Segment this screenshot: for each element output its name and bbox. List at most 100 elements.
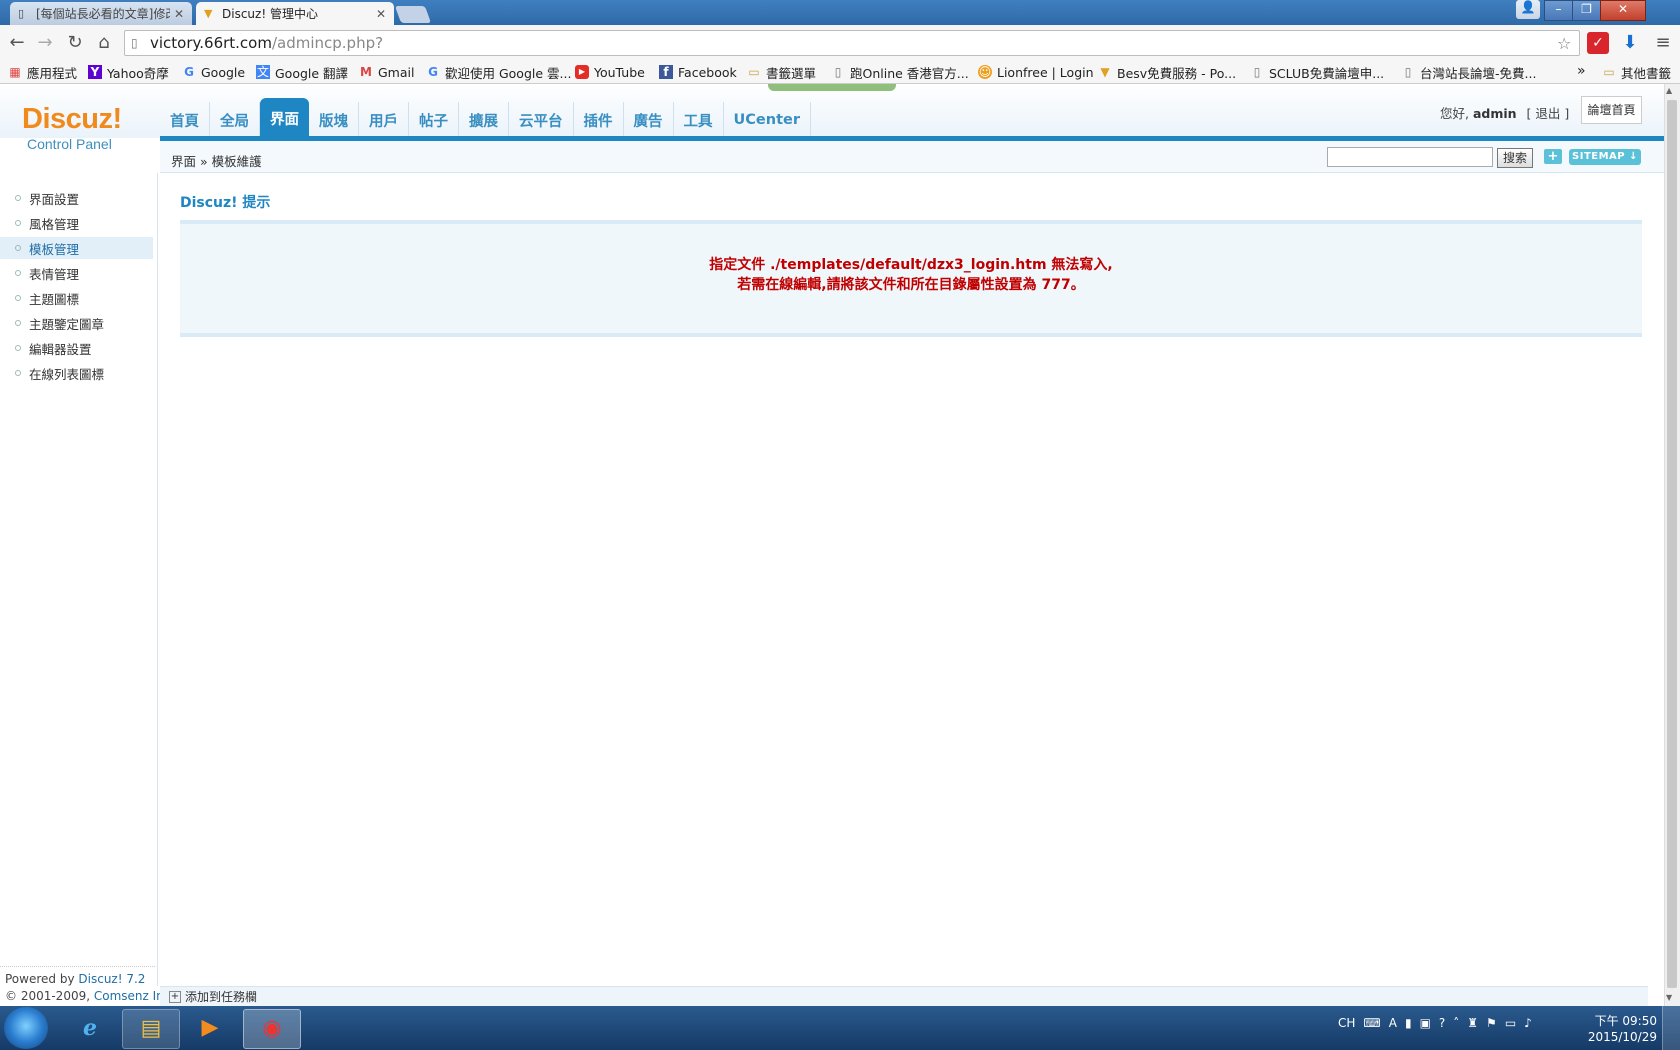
nav-plugins[interactable]: 插件 [574,102,624,138]
font-icon[interactable]: A [1389,1016,1397,1030]
forward-icon[interactable]: → [34,32,56,54]
sidebar-item-online-icons[interactable]: 在線列表圖標 [0,362,153,384]
bookmark-lionfree[interactable]: ☺ Lionfree | Login [978,63,1094,81]
reload-icon[interactable]: ↻ [64,32,86,54]
help-icon[interactable]: ? [1439,1016,1445,1030]
bookmark-besv[interactable]: ▼ Besv免費服務 - Po... [1098,63,1236,81]
search-button[interactable]: 搜索 [1497,148,1533,168]
discuz-version-link[interactable]: Discuz! 7.2 [78,972,145,986]
admin-footer-bar [160,986,1648,1007]
bookmark-run-online[interactable]: ▯ 跑Online 香港官方... [831,63,969,81]
logout-link[interactable]: [ 退出 ] [1527,106,1570,121]
bookmark-folder-menu[interactable]: ▭ 書籤選單 [747,63,816,81]
sidebar-item-smilies[interactable]: 表情管理 [0,262,153,284]
bookmark-apps[interactable]: ▦ 應用程式 [8,63,77,81]
page-icon: ▯ [1404,65,1412,79]
sidebar: 界面設置 風格管理 模板管理 表情管理 主題圖標 主題鑒定圖章 編輯器設置 在線… [0,173,158,986]
flag-icon[interactable]: ⚑ [1486,1016,1497,1030]
home-icon[interactable]: ⌂ [93,32,115,54]
nav-global[interactable]: 全局 [210,102,260,138]
add-to-taskbar-link[interactable]: + 添加到任務欄 [169,988,257,1005]
bullet-icon [15,295,21,301]
close-window-button[interactable]: ✕ [1600,0,1646,21]
bookmark-gmail[interactable]: M Gmail [359,63,414,81]
bookmark-yahoo[interactable]: Y Yahoo奇摩 [88,63,169,81]
folder-icon: ▭ [748,65,760,79]
sidebar-item-interface-settings[interactable]: 界面設置 [0,187,153,209]
minimize-button[interactable]: – [1544,0,1573,21]
scrollbar-thumb[interactable] [1667,100,1677,988]
chrome-icon[interactable]: ◉ [243,1009,301,1049]
bookmark-star-icon[interactable]: ☆ [1557,34,1579,53]
extension-icon[interactable]: ✓ [1587,32,1609,54]
sidebar-item-thread-icons[interactable]: 主題圖標 [0,287,153,309]
bookmark-label: Google [201,64,246,80]
clock-time: 下午 09:50 [1594,1014,1657,1028]
download-icon[interactable]: ⬇ [1619,32,1641,54]
ime-icon[interactable]: ⌨ [1363,1016,1380,1030]
tray-app-icon[interactable]: ▮ [1405,1016,1412,1030]
close-icon[interactable]: ✕ [174,7,184,21]
bookmark-label: 跑Online 香港官方... [850,65,969,81]
system-clock[interactable]: 下午 09:50 2015/10/29 [1587,1013,1657,1045]
browser-tab-2[interactable]: ▼ Discuz! 管理中心 ✕ [196,2,394,25]
scroll-up-icon[interactable]: ▲ [1666,86,1672,95]
other-bookmarks[interactable]: ▭ 其他書籤 [1602,63,1671,81]
bookmark-youtube[interactable]: ▶ YouTube [575,63,645,81]
nav-users[interactable]: 用戶 [359,102,409,138]
nav-ads[interactable]: 廣告 [624,102,674,138]
nav-posts[interactable]: 帖子 [409,102,459,138]
nav-tools[interactable]: 工具 [674,102,724,138]
bookmark-facebook[interactable]: f Facebook [659,63,737,81]
sidebar-item-templates[interactable]: 模板管理 [0,237,153,259]
start-button[interactable] [4,1007,48,1049]
greeting: 您好, [1440,106,1469,121]
user-profile-icon[interactable]: 👤 [1516,0,1540,19]
tray-app-icon[interactable]: ▣ [1420,1016,1431,1030]
back-icon[interactable]: ← [6,32,28,54]
nav-ucenter[interactable]: UCenter [724,102,811,138]
new-tab-button[interactable] [394,6,432,23]
language-indicator[interactable]: CH [1338,1016,1355,1030]
search-input[interactable] [1327,147,1493,167]
network-icon[interactable]: ▭ [1505,1016,1516,1030]
nav-home[interactable]: 首頁 [160,102,210,138]
internet-explorer-icon[interactable]: e [62,1009,118,1047]
nav-interface[interactable]: 界面 [260,98,309,138]
breadcrumb-section[interactable]: 界面 [171,154,196,169]
sidebar-item-stamps[interactable]: 主題鑒定圖章 [0,312,153,334]
bookmark-translate[interactable]: 文 Google 翻譯 [256,63,348,81]
nav-extensions[interactable]: 擴展 [459,102,509,138]
bullet-icon [15,220,21,226]
discuz-logo[interactable]: Discuz! [22,103,122,136]
show-desktop-button[interactable] [1662,1006,1680,1050]
plus-icon: + [169,990,181,1003]
maximize-button[interactable]: ❐ [1572,0,1601,21]
nav-cloud[interactable]: 云平台 [509,102,574,138]
sidebar-item-label: 編輯器設置 [29,341,92,357]
close-icon[interactable]: ✕ [376,7,386,21]
browser-tab-1[interactable]: ▯ [每個站長必看的文章]修改 ✕ [10,2,192,25]
sidebar-item-editor-settings[interactable]: 編輯器設置 [0,337,153,359]
address-bar[interactable]: ▯ victory.66rt.com/admincp.php? ☆ [124,30,1580,56]
volume-icon[interactable]: ♪ [1524,1016,1532,1030]
sitemap-button[interactable]: SITEMAP ↓ [1569,149,1641,165]
sidebar-item-styles[interactable]: 風格管理 [0,212,153,234]
besv-icon: ▼ [1100,65,1110,79]
nav-forums[interactable]: 版塊 [309,102,359,138]
security-icon[interactable]: ♜ [1467,1016,1478,1030]
scroll-down-icon[interactable]: ▼ [1666,993,1672,1002]
add-shortcut-button[interactable]: + [1544,149,1562,164]
menu-icon[interactable]: ≡ [1652,32,1674,54]
notification-strip [768,84,896,91]
file-explorer-icon[interactable]: ▤ [122,1009,180,1049]
tray-expand-icon[interactable]: ˄ [1453,1016,1459,1030]
bookmarks-overflow-button[interactable]: » [1577,62,1586,80]
forum-home-button[interactable]: 論壇首頁 [1581,96,1642,124]
page-icon: ▯ [18,7,25,20]
media-player-icon[interactable]: ▶ [182,1009,238,1047]
bookmark-google-cloud[interactable]: G 歡迎使用 Google 雲... [426,63,571,81]
bookmark-google[interactable]: G Google [182,63,245,81]
bookmark-sclub[interactable]: ▯ SCLUB免費論壇申... [1250,63,1384,81]
bookmark-tw-webmaster[interactable]: ▯ 台灣站長論壇-免費... [1401,63,1537,81]
